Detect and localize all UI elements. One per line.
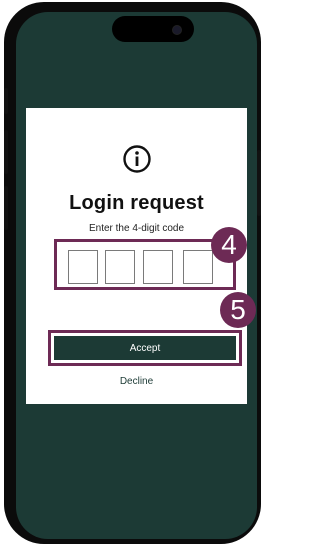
power-button xyxy=(257,150,261,216)
phone-screen: Login request Enter the 4-digit code Acc… xyxy=(16,12,257,539)
code-digit-1[interactable] xyxy=(68,250,98,284)
dynamic-island xyxy=(112,16,194,42)
dialog-title: Login request xyxy=(69,192,204,214)
decline-link[interactable]: Decline xyxy=(26,376,247,387)
code-digit-4[interactable] xyxy=(183,250,213,284)
code-digit-2[interactable] xyxy=(105,250,135,284)
phone-frame: Login request Enter the 4-digit code Acc… xyxy=(4,2,261,544)
step-badge-5: 5 xyxy=(220,292,256,328)
code-digit-3[interactable] xyxy=(143,250,173,284)
dialog-subtitle: Enter the 4-digit code xyxy=(88,223,185,234)
camera-icon xyxy=(172,25,182,35)
accept-highlight: Accept xyxy=(48,330,242,366)
silent-switch xyxy=(4,88,8,114)
info-circle-icon xyxy=(123,145,151,173)
accept-button[interactable]: Accept xyxy=(54,336,236,360)
code-input-group xyxy=(54,239,236,290)
volume-up-button xyxy=(4,130,8,174)
step-badge-4: 4 xyxy=(211,227,247,263)
volume-down-button xyxy=(4,186,8,230)
